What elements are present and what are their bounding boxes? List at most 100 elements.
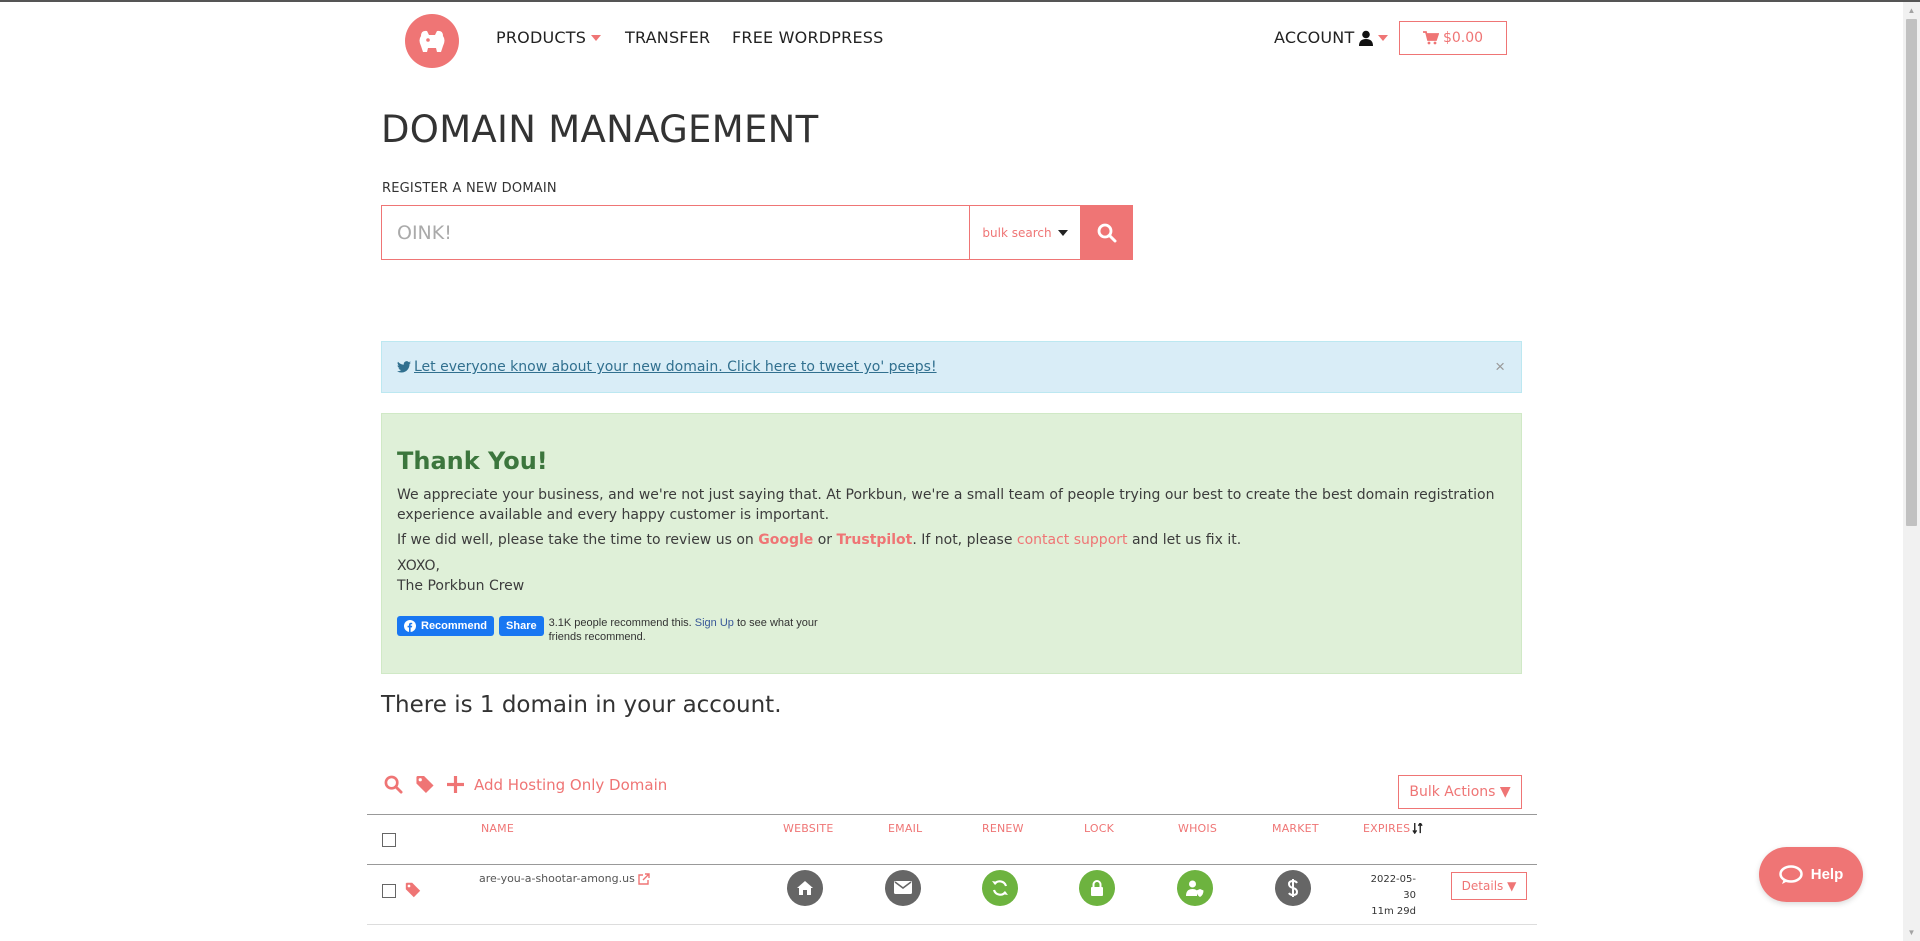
table-divider — [367, 864, 1537, 865]
scrollbar-thumb[interactable] — [1906, 19, 1917, 526]
user-icon — [1359, 30, 1374, 46]
domain-name-link[interactable]: are-you-a-shootar-among.us — [479, 872, 650, 885]
user-shield-icon — [1186, 880, 1204, 897]
col-header-expires[interactable]: EXPIRES — [1363, 822, 1423, 835]
col-header-name[interactable]: NAME — [481, 822, 514, 835]
review-text-or: or — [813, 532, 837, 548]
search-button[interactable] — [1081, 205, 1133, 260]
help-label: Help — [1810, 866, 1844, 883]
window-top-border — [0, 0, 1920, 2]
col-header-website[interactable]: WEBSITE — [783, 822, 833, 835]
domain-count-heading: There is 1 domain in your account. — [381, 692, 782, 718]
facebook-icon — [404, 620, 416, 632]
tweet-link-text: Let everyone know about your new domain.… — [414, 359, 937, 375]
col-header-market[interactable]: MARKET — [1272, 822, 1319, 835]
pig-logo-icon[interactable] — [405, 14, 459, 68]
domain-name-text: are-you-a-shootar-among.us — [479, 872, 635, 885]
add-hosting-only-domain[interactable]: Add Hosting Only Domain — [447, 776, 667, 794]
chevron-down-icon — [591, 34, 602, 41]
google-review-link[interactable]: Google — [758, 532, 813, 548]
nav-products-label: PRODUCTS — [496, 28, 587, 47]
scroll-up-arrow-icon[interactable]: ▲ — [1903, 2, 1920, 19]
search-icon — [1097, 223, 1117, 242]
whois-button[interactable] — [1177, 870, 1213, 906]
external-link-icon — [638, 872, 650, 885]
scroll-down-arrow-icon[interactable]: ▼ — [1903, 924, 1920, 941]
table-divider — [367, 814, 1537, 815]
facebook-widget: Recommend Share 3.1K people recommend th… — [397, 616, 1506, 644]
col-header-renew[interactable]: RENEW — [982, 822, 1024, 835]
col-header-expires-label: EXPIRES — [1363, 822, 1411, 835]
fb-recommend-label: Recommend — [421, 620, 488, 632]
lock-icon — [1091, 879, 1103, 896]
thank-you-heading: Thank You! — [397, 447, 548, 475]
nav-free-wordpress[interactable]: FREE WORDPRESS — [732, 28, 883, 47]
review-text-end: and let us fix it. — [1127, 532, 1242, 548]
review-paragraph: If we did well, please take the time to … — [397, 530, 1506, 550]
tag-icon[interactable] — [405, 882, 421, 898]
fb-share-label: Share — [506, 620, 537, 632]
home-icon — [797, 881, 813, 895]
search-icon[interactable] — [384, 775, 403, 794]
signature-line-1: XOXO, — [397, 558, 440, 574]
expires-remaining: 11m 29d — [1371, 906, 1416, 917]
register-label: REGISTER A NEW DOMAIN — [382, 181, 557, 196]
help-button[interactable]: Help — [1759, 847, 1863, 902]
fb-count-text: 3.1K people recommend this. — [548, 617, 695, 629]
review-text-start: If we did well, please take the time to … — [397, 532, 759, 548]
fb-signup-link[interactable]: Sign Up — [695, 617, 734, 629]
thank-you-paragraph: We appreciate your business, and we're n… — [397, 487, 1495, 523]
cart-button[interactable]: $0.00 — [1399, 21, 1507, 55]
lock-button[interactable] — [1079, 870, 1115, 906]
domain-search-bar: bulk search — [381, 205, 1133, 260]
review-text-mid: . If not, please — [912, 532, 1017, 548]
nav-account-label: ACCOUNT — [1274, 28, 1355, 47]
fb-recommend-button[interactable]: Recommend — [397, 616, 495, 636]
chevron-down-icon — [1378, 34, 1389, 41]
envelope-icon — [894, 881, 912, 894]
col-header-email[interactable]: EMAIL — [888, 822, 922, 835]
col-header-lock[interactable]: LOCK — [1084, 822, 1114, 835]
website-button[interactable] — [787, 870, 823, 906]
bulk-actions-button[interactable]: Bulk Actions ▼ — [1398, 775, 1522, 809]
fb-share-button[interactable]: Share — [499, 616, 544, 636]
tag-icon[interactable] — [415, 775, 435, 794]
page-scrollbar[interactable]: ▲ ▼ — [1903, 2, 1920, 941]
domain-toolbar: Add Hosting Only Domain — [384, 775, 679, 794]
chat-bubble-icon — [1778, 864, 1803, 884]
page-title: DOMAIN MANAGEMENT — [381, 108, 819, 151]
tweet-alert: Let everyone know about your new domain.… — [381, 341, 1522, 393]
trustpilot-review-link[interactable]: Trustpilot — [837, 532, 913, 548]
domain-search-input[interactable] — [381, 205, 969, 260]
nav-products[interactable]: PRODUCTS — [496, 28, 602, 47]
cart-icon — [1422, 31, 1439, 45]
tweet-link[interactable]: Let everyone know about your new domain.… — [397, 359, 937, 375]
bulk-search-toggle[interactable]: bulk search — [969, 205, 1081, 260]
twitter-icon — [397, 361, 411, 373]
fb-recommend-text: 3.1K people recommend this. Sign Up to s… — [549, 616, 839, 644]
col-header-whois[interactable]: WHOIS — [1178, 822, 1217, 835]
contact-support-link[interactable]: contact support — [1017, 532, 1128, 548]
nav-account[interactable]: ACCOUNT — [1274, 28, 1389, 47]
add-hosting-label: Add Hosting Only Domain — [474, 775, 668, 794]
refresh-icon — [992, 880, 1008, 896]
select-all-checkbox[interactable] — [382, 833, 396, 847]
signature-line-2: The Porkbun Crew — [397, 578, 525, 594]
thank-you-alert: Thank You! We appreciate your business, … — [381, 413, 1522, 674]
cart-total: $0.00 — [1442, 30, 1484, 46]
nav-transfer[interactable]: TRANSFER — [625, 28, 710, 47]
plus-icon — [447, 776, 464, 793]
close-icon[interactable]: × — [1495, 358, 1505, 375]
chevron-down-icon — [1057, 229, 1068, 236]
sort-icon — [1412, 823, 1423, 834]
renew-button[interactable] — [982, 870, 1018, 906]
expires-date: 2022-05-30 — [1370, 874, 1416, 901]
dollar-icon — [1287, 879, 1299, 897]
bulk-search-label: bulk search — [982, 225, 1052, 240]
email-button[interactable] — [885, 870, 921, 906]
table-divider — [367, 924, 1537, 925]
row-checkbox[interactable] — [382, 884, 396, 898]
details-button[interactable]: Details ▼ — [1451, 872, 1527, 900]
expires-cell: 2022-05-30 11m 29d — [1360, 872, 1416, 920]
market-button[interactable] — [1275, 870, 1311, 906]
